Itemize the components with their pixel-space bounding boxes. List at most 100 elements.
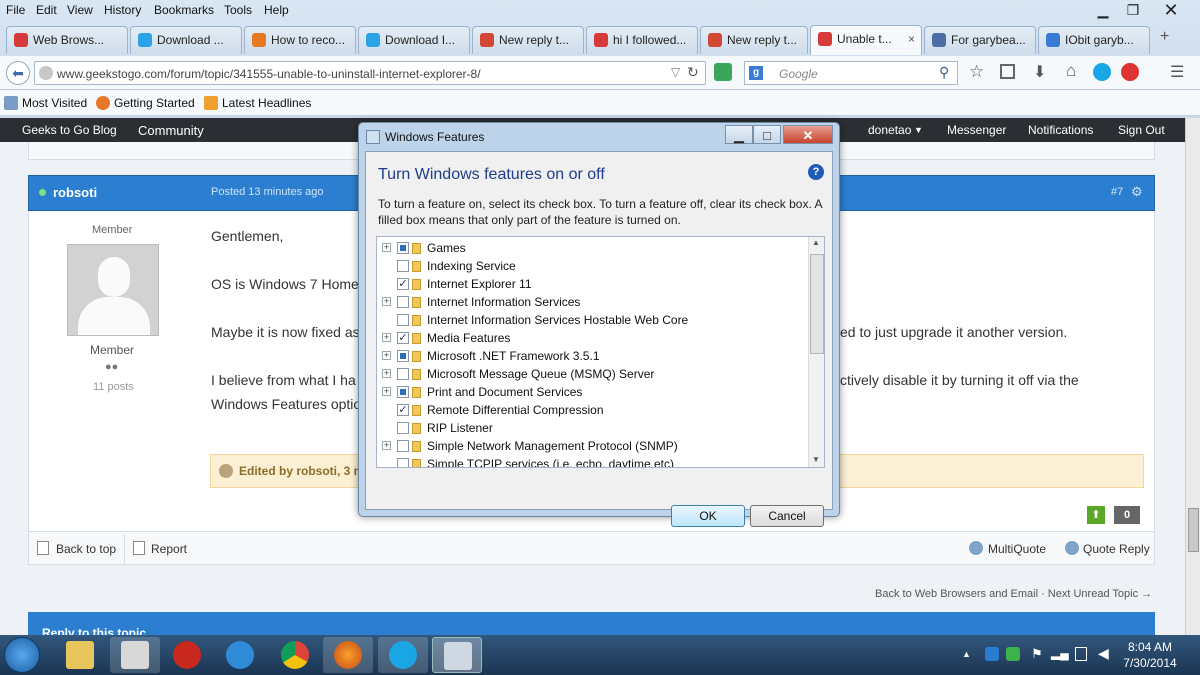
skype-icon[interactable] [1093, 63, 1111, 81]
bookmark-most-visited[interactable]: Most Visited [4, 96, 87, 110]
feature-checkbox[interactable] [397, 296, 409, 308]
post-author[interactable]: robsoti [53, 185, 97, 200]
feature-checkbox[interactable] [397, 314, 409, 326]
feature-row[interactable]: RIP Listener [377, 419, 807, 437]
minimize-icon[interactable]: ▁ [1088, 0, 1118, 20]
expand-icon[interactable]: + [382, 441, 391, 450]
nav-sign-out[interactable]: Sign Out [1118, 123, 1165, 137]
topic-navigation[interactable]: Back to Web Browsers and Email · Next Un… [875, 588, 1152, 600]
tab-2[interactable]: Download ... [130, 26, 242, 54]
action-center-flag-icon[interactable]: ⚑ [1031, 646, 1043, 662]
post-number[interactable]: #7 [1111, 186, 1123, 198]
share-icon[interactable]: ⚙ [1131, 184, 1143, 200]
feature-checkbox[interactable] [397, 242, 409, 254]
feature-row[interactable]: Internet Information Services Hostable W… [377, 311, 807, 329]
start-button[interactable] [4, 637, 40, 673]
menu-file[interactable]: File [6, 3, 25, 17]
display-icon[interactable] [1075, 647, 1087, 661]
bookmark-latest-headlines[interactable]: Latest Headlines [204, 96, 311, 110]
search-icon[interactable]: ⚲ [939, 64, 949, 81]
feature-checkbox[interactable]: ✓ [397, 332, 409, 344]
nav-messenger[interactable]: Messenger [947, 123, 1006, 137]
close-icon[interactable]: ✕ [1156, 0, 1186, 20]
download-icon[interactable]: ⬇ [1033, 62, 1046, 82]
feature-row[interactable]: + Internet Information Services [377, 293, 807, 311]
skype-taskbar-button[interactable] [378, 637, 428, 673]
bookmarks-list-icon[interactable] [1000, 64, 1015, 79]
page-scrollbar[interactable] [1185, 118, 1200, 635]
tab-close-icon[interactable]: × [908, 26, 915, 52]
feature-checkbox[interactable] [397, 386, 409, 398]
adblock-icon[interactable] [1121, 63, 1139, 81]
scrollbar-thumb[interactable] [1188, 508, 1199, 552]
tab-10[interactable]: IObit garyb... [1038, 26, 1150, 54]
url-bar[interactable]: www.geekstogo.com/forum/topic/341555-una… [34, 61, 706, 85]
menu-help[interactable]: Help [264, 3, 289, 17]
tab-8[interactable]: Unable t... × [810, 25, 922, 55]
feature-checkbox[interactable] [397, 440, 409, 452]
new-tab-icon[interactable]: + [1160, 28, 1169, 46]
tree-scrollbar-thumb[interactable] [810, 254, 824, 354]
multiquote-button[interactable]: MultiQuote [988, 542, 1046, 556]
explorer-taskbar-button[interactable] [55, 637, 105, 673]
tree-scrollbar[interactable]: ▲ ▼ [808, 237, 824, 467]
expand-icon[interactable]: + [382, 243, 391, 252]
feature-checkbox[interactable] [397, 422, 409, 434]
menu-history[interactable]: History [104, 3, 141, 17]
menu-icon[interactable]: ☰ [1170, 62, 1184, 82]
menu-bookmarks[interactable]: Bookmarks [154, 3, 214, 17]
back-arrow-icon[interactable]: ⬅ [6, 61, 30, 85]
scroll-down-icon[interactable]: ▼ [812, 455, 820, 464]
tab-9[interactable]: For garybea... [924, 26, 1036, 54]
feature-checkbox[interactable] [397, 350, 409, 362]
feature-row[interactable]: + Microsoft .NET Framework 3.5.1 [377, 347, 807, 365]
avatar[interactable] [67, 244, 159, 336]
tray-app-icon[interactable] [985, 647, 999, 661]
feature-row[interactable]: + Print and Document Services [377, 383, 807, 401]
feature-row[interactable]: ✓ Remote Differential Compression [377, 401, 807, 419]
menu-view[interactable]: View [67, 3, 93, 17]
expand-icon[interactable]: + [382, 387, 391, 396]
addon-icon[interactable] [714, 63, 732, 81]
feature-checkbox[interactable]: ✓ [397, 404, 409, 416]
report-link[interactable]: Report [151, 542, 187, 556]
expand-icon[interactable]: + [382, 333, 391, 342]
firefox-taskbar-button[interactable] [323, 637, 373, 673]
feature-row[interactable]: Simple TCPIP services (i.e. echo, daytim… [377, 455, 807, 467]
back-to-top-link[interactable]: Back to top [56, 542, 116, 556]
expand-icon[interactable]: + [382, 297, 391, 306]
quote-reply-button[interactable]: Quote Reply [1083, 542, 1150, 556]
feature-row[interactable]: + ✓ Media Features [377, 329, 807, 347]
chrome-taskbar-button[interactable] [270, 637, 320, 673]
ie-taskbar-button[interactable] [215, 637, 265, 673]
feature-checkbox[interactable] [397, 368, 409, 380]
menu-edit[interactable]: Edit [36, 3, 57, 17]
home-icon[interactable]: ⌂ [1066, 61, 1076, 81]
feature-row[interactable]: + Games [377, 239, 807, 257]
bookmark-getting-started[interactable]: Getting Started [96, 96, 195, 110]
dropdown-arrow-icon[interactable]: ▽ [671, 65, 680, 79]
feature-row[interactable]: + Simple Network Management Protocol (SNM… [377, 437, 807, 455]
tab-1[interactable]: Web Brows... [6, 26, 128, 54]
feature-checkbox[interactable] [397, 458, 409, 467]
expand-icon[interactable]: + [382, 351, 391, 360]
feature-checkbox[interactable]: ✓ [397, 278, 409, 290]
tab-4[interactable]: Download I... [358, 26, 470, 54]
ok-button[interactable]: OK [671, 505, 745, 527]
tray-security-icon[interactable] [1006, 647, 1020, 661]
search-bar[interactable]: g Google ⚲ [744, 61, 958, 85]
nav-notifications[interactable]: Notifications [1028, 123, 1093, 137]
volume-icon[interactable]: ◀ [1098, 645, 1109, 662]
reload-icon[interactable]: ↻ [687, 64, 699, 81]
paint-taskbar-button[interactable] [110, 637, 160, 673]
feature-row[interactable]: + Microsoft Message Queue (MSMQ) Server [377, 365, 807, 383]
scroll-up-icon[interactable]: ▲ [812, 238, 820, 247]
upvote-arrow-icon[interactable]: ⬆ [1087, 506, 1105, 524]
system-clock[interactable]: 8:04 AM 7/30/2014 [1115, 639, 1185, 671]
caret-down-icon[interactable]: ▼ [914, 125, 923, 135]
pokerstars-taskbar-button[interactable] [162, 637, 212, 673]
control-panel-taskbar-button[interactable] [432, 637, 482, 673]
feature-checkbox[interactable] [397, 260, 409, 272]
show-hidden-icons-icon[interactable]: ▲ [962, 649, 971, 659]
tab-3[interactable]: How to reco... [244, 26, 356, 54]
